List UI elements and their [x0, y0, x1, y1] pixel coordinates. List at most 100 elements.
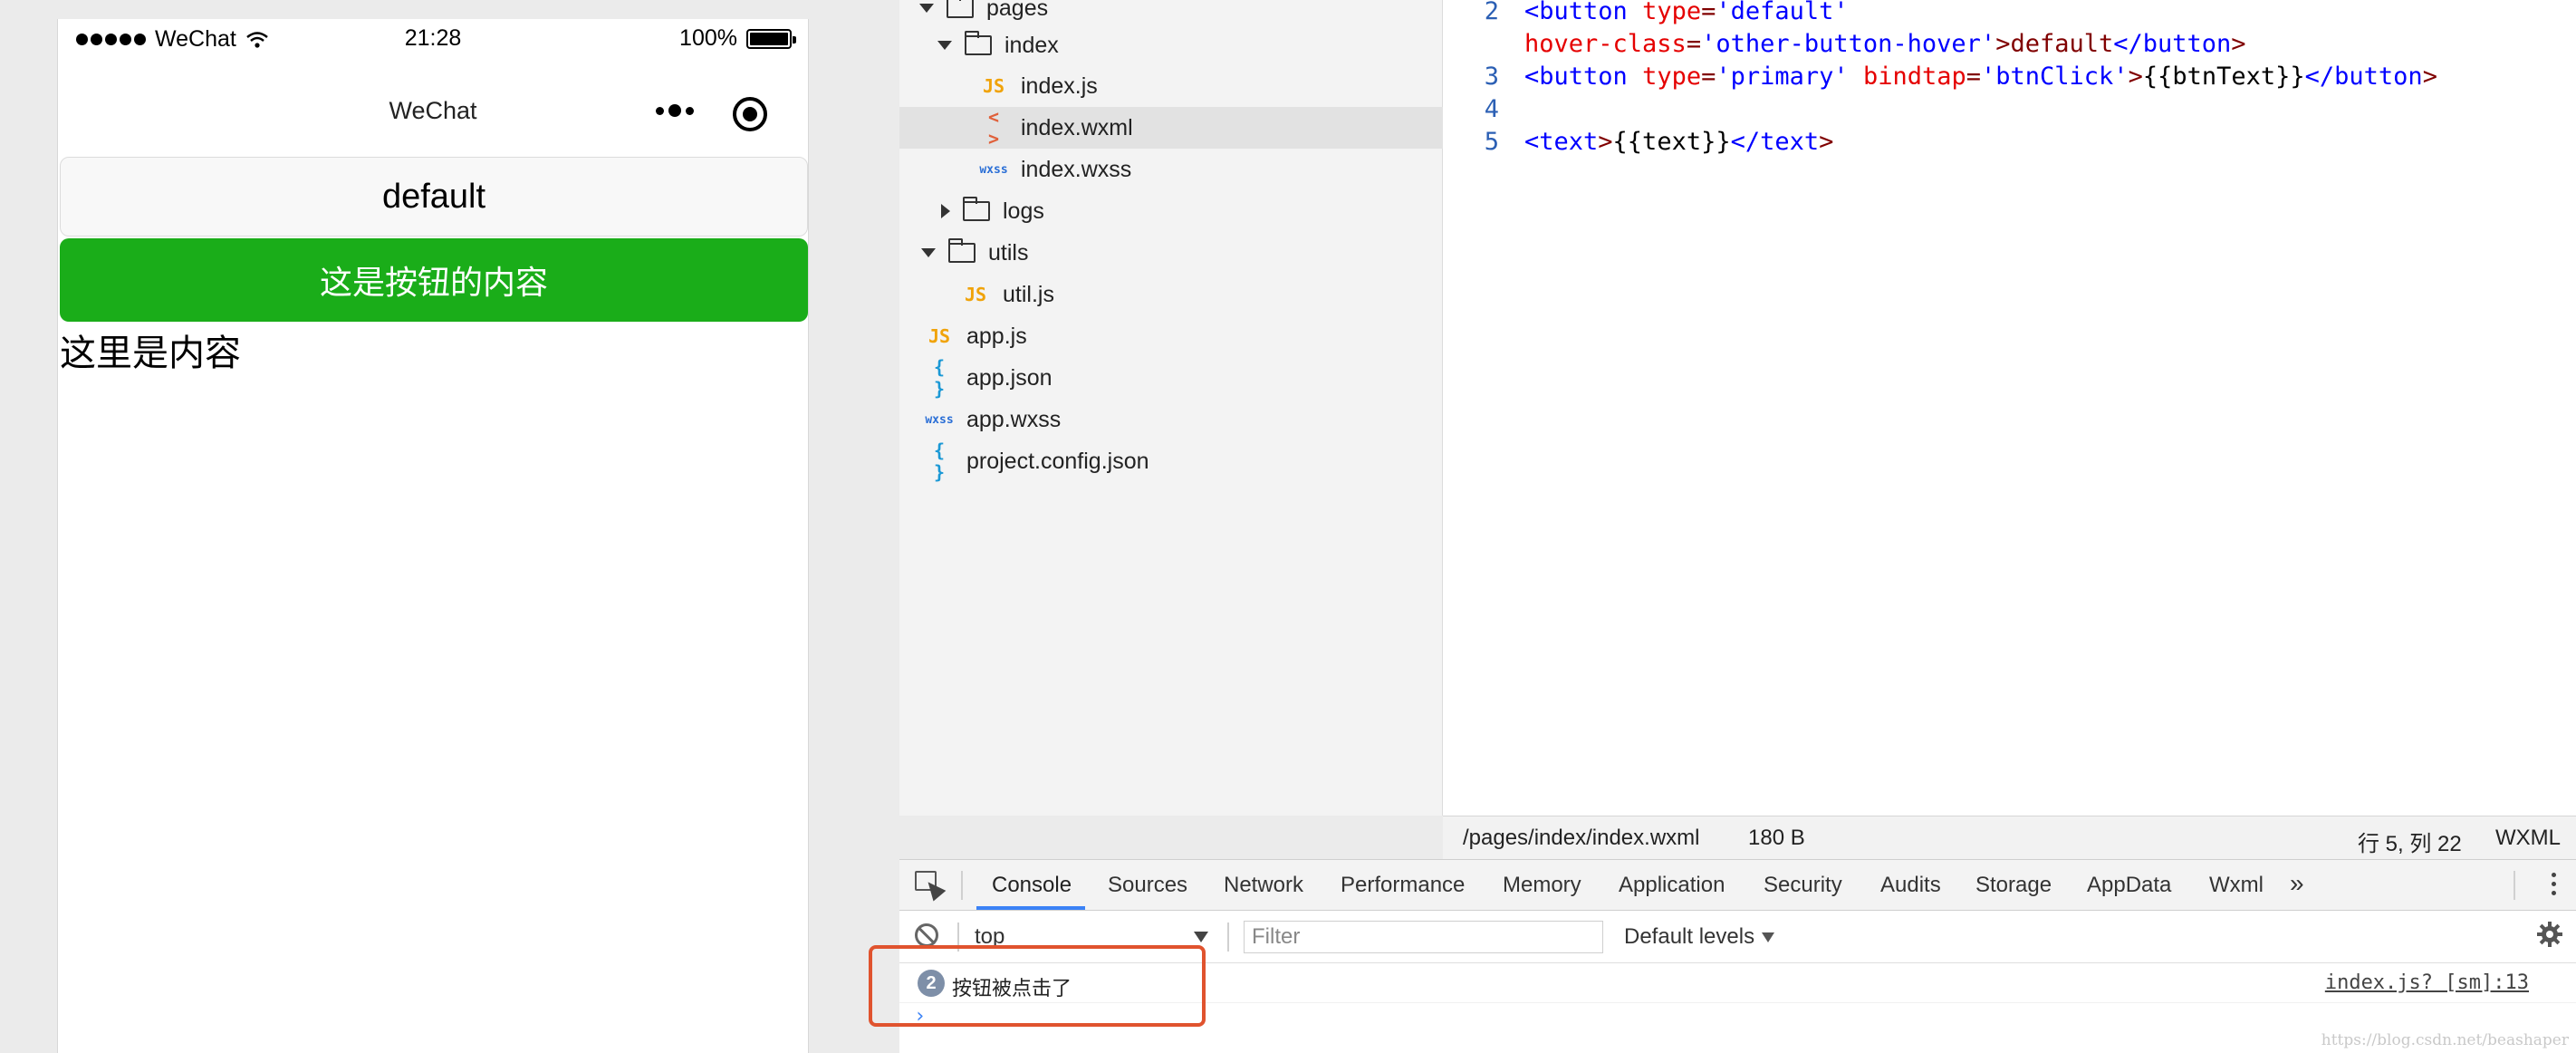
caret-down-icon [1194, 932, 1208, 942]
tree-file-index-wxss[interactable]: wxss index.wxss [899, 149, 1443, 190]
file-tree: pages index JS index.js < > index.wxml w… [899, 0, 1443, 816]
battery-percent: 100% [679, 25, 737, 51]
folder-open-icon [947, 0, 974, 18]
file-size: 180 B [1748, 826, 1805, 850]
tree-label: utils [988, 239, 1029, 266]
wxss-file-icon: wxss [979, 162, 1008, 177]
tree-file-app-js[interactable]: JS app.js [899, 315, 1443, 357]
chevron-down-icon[interactable] [919, 4, 934, 13]
tab-performance[interactable]: Performance [1341, 873, 1465, 898]
default-button[interactable]: default [60, 157, 808, 237]
tree-file-app-wxss[interactable]: wxss app.wxss [899, 399, 1443, 440]
cursor-position: 行 5, 列 22 [2358, 832, 2462, 856]
tree-folder-logs[interactable]: logs [899, 190, 1443, 232]
tree-label: project.config.json [966, 448, 1149, 474]
tree-label: index.wxss [1021, 156, 1132, 182]
code-line[interactable]: 5 <text>{{text}}</text> [1443, 128, 1834, 160]
js-file-icon: JS [928, 325, 951, 347]
divider [1227, 923, 1229, 952]
tree-file-index-js[interactable]: JS index.js [899, 65, 1443, 107]
log-source-link[interactable]: index.js? [sm]:13 [2325, 971, 2529, 994]
js-file-icon: JS [964, 284, 987, 305]
line-number: 2 [1484, 0, 1499, 25]
tab-audits[interactable]: Audits [1880, 873, 1941, 898]
code-text: hover-class='other-button-hover'>default… [1524, 30, 2246, 58]
line-number: 5 [1484, 128, 1499, 156]
editor-status-bar: /pages/index/index.wxml 180 B 行 5, 列 22 … [1443, 816, 2576, 859]
divider [961, 871, 963, 900]
tab-console[interactable]: Console [992, 873, 1072, 898]
tab-storage[interactable]: Storage [1975, 873, 2052, 898]
nav-bar: WeChat [58, 57, 808, 151]
tree-file-app-json[interactable]: { } app.json [899, 356, 1443, 400]
divider [2514, 871, 2515, 900]
tab-network[interactable]: Network [1224, 873, 1303, 898]
code-line[interactable]: hover-class='other-button-hover'>default… [1443, 30, 2246, 63]
json-file-icon: { } [933, 356, 946, 400]
tree-label: app.wxss [966, 406, 1062, 432]
tree-file-project-config[interactable]: { } project.config.json [899, 440, 1443, 483]
js-file-icon: JS [982, 75, 1005, 97]
code-line[interactable]: 2 <button type='default' [1443, 0, 1849, 30]
nav-title: WeChat [389, 97, 477, 124]
folder-icon [963, 197, 990, 221]
chevron-down-icon[interactable] [921, 248, 936, 257]
tree-label: index.js [1021, 72, 1098, 99]
kebab-menu-icon[interactable] [2552, 873, 2556, 895]
file-path: /pages/index/index.wxml [1463, 826, 1700, 850]
more-menu-icon[interactable] [656, 104, 694, 117]
watermark: https://blog.csdn.net/beashaper [2321, 1031, 2569, 1049]
line-number: 4 [1484, 95, 1499, 123]
tab-wxml[interactable]: Wxml [2209, 873, 2264, 898]
devtools-tab-bar: Console Sources Network Performance Memo… [899, 860, 2576, 911]
folder-open-icon [965, 31, 992, 55]
tree-label: index [1004, 32, 1059, 58]
primary-button[interactable]: 这是按钮的内容 [60, 238, 808, 322]
close-capsule-icon[interactable] [733, 97, 767, 131]
line-number: 3 [1484, 63, 1499, 91]
status-bar: WeChat 21:28 100% [58, 19, 808, 57]
content-text: 这里是内容 [60, 333, 241, 373]
language-mode[interactable]: WXML [2495, 826, 2561, 851]
folder-open-icon [948, 238, 976, 263]
code-text: <button type='primary' bindtap='btnClick… [1524, 63, 2437, 91]
tree-label: pages [986, 0, 1049, 21]
wxss-file-icon: wxss [925, 412, 954, 427]
wxml-file-icon: < > [987, 106, 1000, 150]
gear-icon[interactable] [2536, 921, 2563, 948]
battery-icon [746, 28, 796, 49]
code-text: <button type='default' [1524, 0, 1849, 25]
more-tabs-icon[interactable]: » [2290, 869, 2304, 898]
caret-down-icon [1762, 932, 1775, 943]
tab-security[interactable]: Security [1764, 873, 1842, 898]
levels-label: Default levels [1624, 924, 1755, 949]
tab-sources[interactable]: Sources [1108, 873, 1187, 898]
tree-label: app.json [966, 364, 1053, 391]
inspect-element-icon[interactable] [915, 871, 947, 902]
tree-folder-utils[interactable]: utils [899, 232, 1443, 274]
code-line[interactable]: 4 [1443, 95, 1524, 128]
annotation-highlight-box [869, 945, 1206, 1027]
tab-memory[interactable]: Memory [1503, 873, 1581, 898]
filter-input[interactable] [1244, 921, 1603, 953]
active-tab-indicator [976, 906, 1085, 910]
tree-folder-index[interactable]: index [899, 24, 1443, 66]
line-number [1443, 30, 1524, 63]
tree-label: index.wxml [1021, 114, 1133, 140]
code-text: <text>{{text}}</text> [1524, 128, 1834, 156]
json-file-icon: { } [933, 440, 946, 483]
tree-file-index-wxml[interactable]: < > index.wxml [899, 106, 1443, 150]
chevron-right-icon[interactable] [941, 204, 950, 218]
tree-label: logs [1003, 198, 1044, 224]
battery-indicator: 100% [679, 25, 796, 52]
code-editor[interactable]: 2 <button type='default' hover-class='ot… [1443, 0, 2576, 816]
tab-appdata[interactable]: AppData [2087, 873, 2171, 898]
chevron-down-icon[interactable] [937, 41, 952, 50]
code-line[interactable]: 3 <button type='primary' bindtap='btnCli… [1443, 63, 2437, 95]
tab-application[interactable]: Application [1619, 873, 1725, 898]
clear-console-icon[interactable] [915, 923, 938, 947]
tree-label: app.js [966, 323, 1027, 349]
tree-file-util-js[interactable]: JS util.js [899, 274, 1443, 315]
log-levels-select[interactable]: Default levels [1624, 924, 1775, 950]
phone-simulator: WeChat 21:28 100% WeChat default 这是按钮的内容… [57, 19, 809, 1053]
